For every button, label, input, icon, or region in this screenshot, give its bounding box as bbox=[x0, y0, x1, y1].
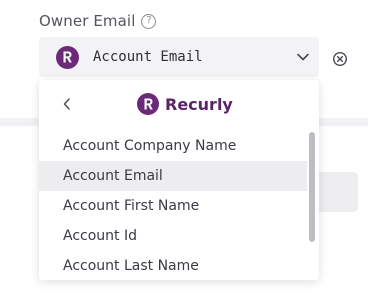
recurly-logo-icon bbox=[137, 93, 159, 115]
dropdown-menu: Recurly Account Company Name Account Ema… bbox=[39, 80, 319, 280]
field-label: Owner Email bbox=[39, 12, 136, 30]
help-icon[interactable]: ? bbox=[141, 13, 157, 29]
option-account-last-name[interactable]: Account Last Name bbox=[39, 251, 307, 280]
brand-name: Recurly bbox=[165, 94, 233, 114]
brand: Recurly bbox=[137, 93, 233, 115]
scrollbar[interactable] bbox=[309, 132, 315, 278]
options-list: Account Company Name Account Email Accou… bbox=[39, 131, 307, 280]
recurly-logo-icon bbox=[56, 45, 79, 69]
selected-value: Account Email bbox=[93, 49, 203, 65]
clear-circle-icon[interactable] bbox=[332, 51, 348, 67]
field-label-row: Owner Email ? bbox=[39, 12, 157, 30]
owner-email-select[interactable]: Account Email bbox=[39, 37, 319, 77]
option-account-company-name[interactable]: Account Company Name bbox=[39, 131, 307, 161]
scrollbar-thumb[interactable] bbox=[309, 132, 315, 242]
option-account-email[interactable]: Account Email bbox=[39, 161, 307, 191]
dropdown-header: Recurly bbox=[39, 80, 319, 128]
chevron-left-icon[interactable] bbox=[61, 97, 73, 111]
option-account-id[interactable]: Account Id bbox=[39, 221, 307, 251]
option-account-first-name[interactable]: Account First Name bbox=[39, 191, 307, 221]
chevron-down-icon[interactable] bbox=[296, 50, 310, 64]
